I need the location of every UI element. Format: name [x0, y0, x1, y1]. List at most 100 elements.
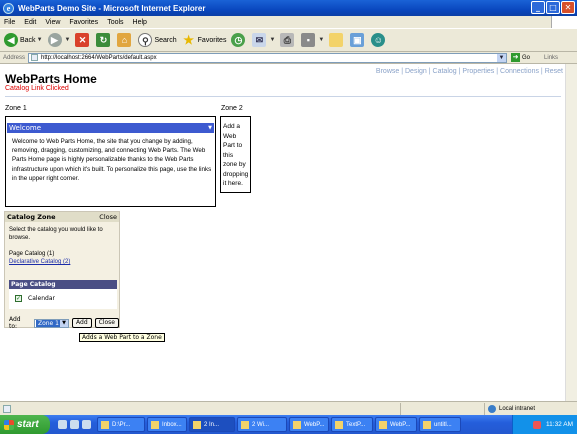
- vertical-scrollbar[interactable]: [565, 64, 577, 401]
- mail-icon: ✉: [252, 33, 267, 47]
- task-button[interactable]: WebP...: [289, 417, 329, 432]
- back-label: Back: [20, 36, 36, 44]
- home-icon: ⌂: [117, 33, 132, 47]
- close-catalog-button[interactable]: Close: [94, 318, 119, 328]
- menu-view[interactable]: View: [45, 19, 60, 26]
- mode-connections-link[interactable]: Connections: [500, 68, 539, 75]
- mail-quicklaunch-icon[interactable]: [82, 420, 91, 429]
- mode-browse-link[interactable]: Browse: [376, 68, 399, 75]
- zone2-drop-target[interactable]: Add a Web Part to this zone by dropping …: [220, 116, 251, 193]
- search-button[interactable]: ⚲ Search: [138, 33, 177, 47]
- close-button[interactable]: ✕: [561, 1, 575, 14]
- add-button[interactable]: Add: [72, 318, 92, 328]
- zone1-label: Zone 1: [5, 105, 27, 112]
- status-message: Catalog Link Clicked: [5, 85, 69, 92]
- back-button[interactable]: ◀ Back ▼: [4, 33, 43, 47]
- task-button[interactable]: D:\Pr...: [97, 417, 145, 432]
- research-icon: ▣: [350, 33, 365, 47]
- refresh-button[interactable]: ↻: [96, 33, 112, 47]
- calendar-checkbox[interactable]: ✓: [15, 295, 22, 302]
- welcome-part-header[interactable]: Welcome ▼: [7, 123, 214, 133]
- windows-flag-icon: [4, 419, 14, 430]
- ie-quicklaunch-icon[interactable]: [58, 420, 67, 429]
- intranet-icon: [488, 405, 496, 413]
- mode-properties-link[interactable]: Properties: [462, 68, 494, 75]
- start-label: start: [17, 419, 39, 430]
- welcome-part-title: Welcome: [9, 124, 42, 132]
- catalog-close-link[interactable]: Close: [99, 212, 117, 222]
- chevron-down-icon[interactable]: ▼: [37, 37, 43, 43]
- desktop-quicklaunch-icon[interactable]: [70, 420, 79, 429]
- stop-button[interactable]: ✕: [75, 33, 91, 47]
- menu-help[interactable]: Help: [133, 19, 147, 26]
- home-button[interactable]: ⌂: [117, 33, 133, 47]
- separator: |: [540, 68, 543, 75]
- declarative-catalog-link[interactable]: Declarative Catalog (2): [9, 259, 70, 265]
- minimize-button[interactable]: _: [531, 1, 545, 14]
- favorites-button[interactable]: ★ Favorites: [182, 33, 227, 47]
- task-button[interactable]: WebP...: [375, 417, 417, 432]
- task-label: 2 Wi...: [252, 421, 270, 428]
- print-button[interactable]: ⎙: [280, 33, 296, 47]
- mode-catalog-link[interactable]: Catalog: [433, 68, 457, 75]
- status-divider: [484, 403, 485, 415]
- go-button[interactable]: ➜ Go: [511, 53, 530, 62]
- messenger-icon: ☺: [371, 33, 386, 47]
- start-button[interactable]: start: [0, 415, 50, 434]
- chevron-down-icon[interactable]: ▼: [269, 37, 275, 43]
- zone2-label: Zone 2: [221, 105, 243, 112]
- separator: |: [401, 68, 404, 75]
- tray-icon[interactable]: [533, 420, 542, 429]
- display-mode-menu: Browse | Design | Catalog | Properties |…: [376, 68, 563, 75]
- research-button[interactable]: ▣: [350, 33, 366, 47]
- window-title-bar[interactable]: e WebParts Demo Site - Microsoft Interne…: [0, 0, 577, 16]
- page-catalog-link[interactable]: Page Catalog (1): [9, 251, 54, 257]
- discuss-button[interactable]: [329, 33, 345, 47]
- app-icon: [423, 420, 431, 429]
- menu-edit[interactable]: Edit: [24, 19, 36, 26]
- chevron-down-icon[interactable]: ▼: [65, 37, 71, 43]
- menu-file[interactable]: File: [4, 19, 15, 26]
- edit-button[interactable]: ▪ ▼: [301, 33, 324, 47]
- forward-button[interactable]: ▶ ▼: [47, 33, 71, 47]
- part-menu-icon[interactable]: ▼: [208, 123, 212, 133]
- task-button[interactable]: untitl...: [419, 417, 461, 432]
- task-button[interactable]: 2 Wi...: [237, 417, 287, 432]
- menu-tools[interactable]: Tools: [107, 19, 123, 26]
- favorites-label: Favorites: [197, 36, 227, 44]
- chevron-down-icon[interactable]: ▼: [497, 53, 507, 62]
- maximize-button[interactable]: □: [546, 1, 560, 14]
- task-button[interactable]: Inbox...: [147, 417, 187, 432]
- header-divider: [5, 96, 561, 97]
- chevron-down-icon[interactable]: ▼: [318, 37, 324, 43]
- task-label: TextP...: [346, 421, 366, 428]
- links-button[interactable]: Links: [544, 55, 558, 61]
- printer-icon: ⎙: [280, 33, 295, 47]
- messenger-button[interactable]: ☺: [371, 33, 387, 47]
- page-catalog-header: Page Catalog: [9, 280, 117, 289]
- stop-icon: ✕: [75, 33, 90, 47]
- folder-icon: [101, 420, 109, 429]
- status-bar: Local intranet: [0, 401, 577, 415]
- separator: |: [458, 68, 461, 75]
- zone-select[interactable]: Zone 1 ▼: [33, 318, 70, 328]
- folder-icon: [329, 33, 344, 47]
- address-input[interactable]: http://localhost:2664/WebParts/default.a…: [28, 52, 508, 63]
- chevron-down-icon[interactable]: ▼: [60, 319, 69, 327]
- mode-design-link[interactable]: Design: [405, 68, 427, 75]
- task-button[interactable]: TextP...: [331, 417, 373, 432]
- go-arrow-icon: ➜: [511, 53, 521, 62]
- security-zone-label: Local intranet: [499, 406, 536, 412]
- mail-button[interactable]: ✉ ▼: [252, 33, 275, 47]
- mode-reset-link[interactable]: Reset: [545, 68, 563, 75]
- catalog-instruction: Select the catalog you would like to bro…: [9, 227, 103, 241]
- menu-bar: File Edit View Favorites Tools Help: [0, 16, 577, 28]
- menu-favorites[interactable]: Favorites: [69, 19, 98, 26]
- task-label: untitl...: [434, 421, 452, 428]
- back-arrow-icon: ◀: [4, 33, 18, 47]
- task-button[interactable]: 2 In...: [189, 417, 235, 432]
- catalog-zone: Catalog Zone Close Select the catalog yo…: [4, 211, 120, 330]
- address-bar: Address http://localhost:2664/WebParts/d…: [0, 52, 577, 64]
- history-button[interactable]: ◷: [231, 33, 247, 47]
- page-icon: [31, 54, 39, 61]
